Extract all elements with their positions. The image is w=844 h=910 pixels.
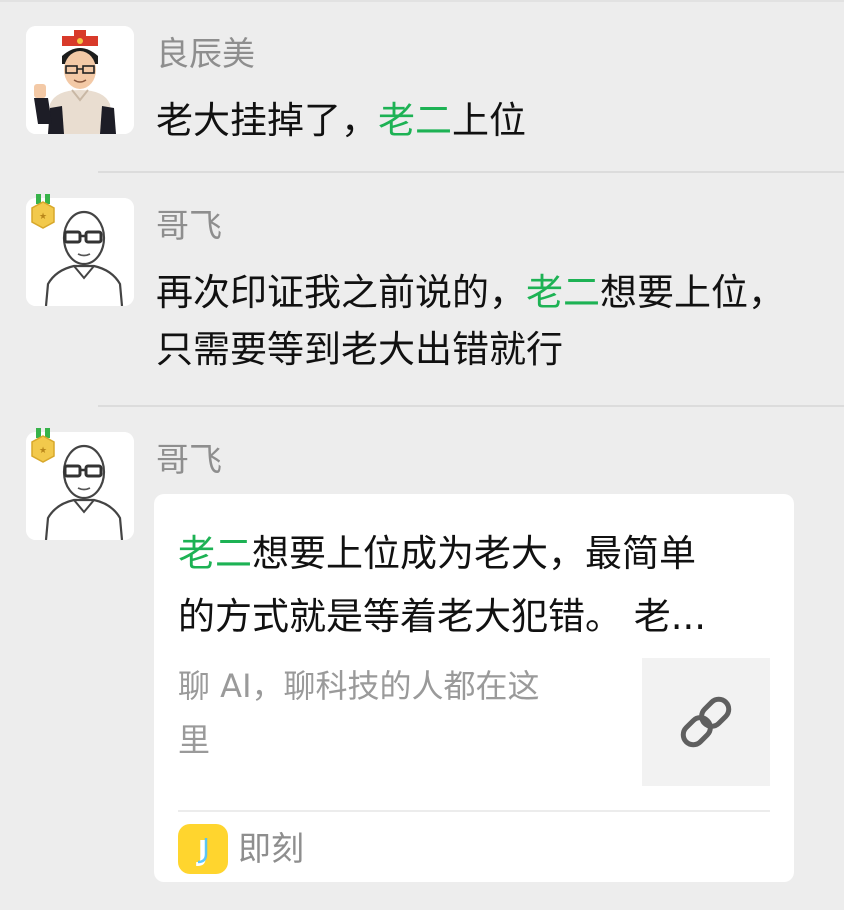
message-line: 只需要等到老大出错就行 <box>156 321 785 378</box>
card-title-line: 老二想要上位成为老大，最简单 <box>178 522 774 585</box>
svg-text:★: ★ <box>39 212 47 222</box>
card-description-line: 聊 AI，聊科技的人都在这 <box>178 667 540 705</box>
svg-text:★: ★ <box>39 446 47 456</box>
sender-name: 良辰美 <box>156 34 255 73</box>
message-text[interactable]: 再次印证我之前说的，老二想要上位， 只需要等到老大出错就行 <box>156 264 785 378</box>
link-card[interactable]: 老二想要上位成为老大，最简单 的方式就是等着老大犯错。 老... 聊 AI，聊科… <box>154 494 794 882</box>
jike-logo-icon: J <box>196 834 208 867</box>
avatar[interactable] <box>26 26 134 134</box>
text-segment: 上位 <box>452 99 526 142</box>
highlight-text: 老二 <box>378 99 452 142</box>
card-title: 老二想要上位成为老大，最简单 的方式就是等着老大犯错。 老... <box>178 522 774 648</box>
message-line: 再次印证我之前说的，老二想要上位， <box>156 264 785 321</box>
jike-app-icon: J <box>178 824 228 874</box>
medal-badge-icon: ★ <box>31 428 55 463</box>
sender-name: 哥飞 <box>156 440 222 479</box>
highlight-text: 老二 <box>526 271 600 314</box>
text-segment: 只需要等到老大出错就行 <box>156 328 563 371</box>
text-segment: 再次印证我之前说的， <box>156 271 526 314</box>
avatar-cartoon-man-icon <box>26 26 134 134</box>
card-description: 聊 AI，聊科技的人都在这 里 <box>178 659 598 767</box>
message-text[interactable]: 老大挂掉了，老二上位 <box>156 92 526 149</box>
app-name: 即刻 <box>238 829 304 868</box>
link-icon <box>680 696 732 748</box>
highlight-text: 老二 <box>178 532 252 575</box>
sender-name: 哥飞 <box>156 206 222 245</box>
card-title-line: 的方式就是等着老大犯错。 老... <box>178 595 707 638</box>
card-description-line: 里 <box>178 721 211 759</box>
card-divider <box>178 810 770 812</box>
chat-message: 良辰美 老大挂掉了，老二上位 <box>0 0 844 172</box>
text-segment: 想要上位成为老大，最简单 <box>252 532 696 575</box>
chat-message: ★ 哥飞 再次印证我之前说的，老二想要上位， 只需要等到老大出错就行 <box>0 172 844 406</box>
medal-badge-icon: ★ <box>31 194 55 229</box>
text-segment: 想要上位， <box>600 271 785 314</box>
card-thumbnail <box>642 658 770 786</box>
text-segment: 老大挂掉了， <box>156 99 378 142</box>
